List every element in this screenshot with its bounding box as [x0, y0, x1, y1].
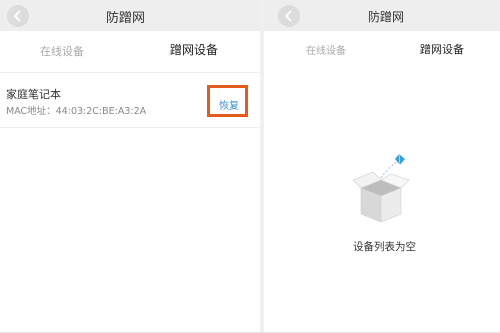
- tab-bar: 在线设备 蹭网设备: [0, 31, 260, 67]
- device-row: 家庭笔记本 MAC地址：44:03:2C:BE:A3:2A 恢复: [0, 72, 260, 128]
- tab-freeloading-devices[interactable]: 蹭网设备: [170, 41, 218, 58]
- right-screen: 防蹭网 在线设备 蹭网设备 设备列表为空: [264, 0, 500, 333]
- device-name: 家庭笔记本: [6, 88, 61, 101]
- empty-state-text: 设备列表为空: [353, 241, 416, 253]
- arrow-left-icon: [14, 10, 21, 22]
- device-mac-address: MAC地址：44:03:2C:BE:A3:2A: [6, 106, 147, 117]
- title-bar: 防蹭网: [0, 0, 260, 31]
- tab-bar: 在线设备 蹭网设备: [264, 31, 500, 67]
- page-title: 防蹭网: [368, 10, 405, 24]
- open-box-icon: [352, 153, 410, 223]
- page-title: 防蹭网: [106, 11, 146, 26]
- back-button[interactable]: [278, 5, 300, 27]
- arrow-left-icon: [285, 10, 292, 22]
- tab-online-devices[interactable]: 在线设备: [40, 43, 84, 59]
- tab-freeloading-devices[interactable]: 蹭网设备: [420, 41, 464, 57]
- title-bar: 防蹭网: [264, 0, 500, 31]
- left-screen: 防蹭网 在线设备 蹭网设备 家庭笔记本 MAC地址：44:03:2C:BE:A3…: [0, 0, 260, 333]
- restore-button[interactable]: 恢复: [219, 97, 239, 112]
- back-button[interactable]: [7, 5, 29, 27]
- tab-online-devices[interactable]: 在线设备: [306, 42, 346, 57]
